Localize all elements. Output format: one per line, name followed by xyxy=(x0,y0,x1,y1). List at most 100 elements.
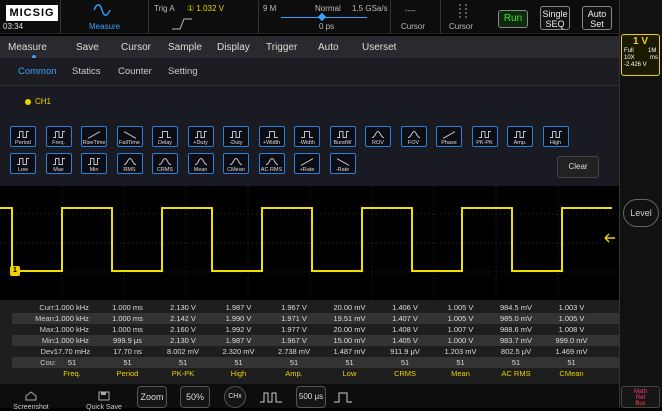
stats-cell: 51 xyxy=(289,358,299,367)
measure-btn-freq-[interactable]: Freq. xyxy=(45,126,72,147)
chx-button[interactable]: CHx xyxy=(224,386,246,408)
measure-btn-burstw[interactable]: BurstW xyxy=(329,126,356,147)
stats-cell: 1.967 V xyxy=(281,303,307,312)
stats-cell: 2.320 mV xyxy=(222,347,255,356)
stats-cell: 15.00 mV xyxy=(333,336,366,345)
measure-btn-label: +Duty xyxy=(193,140,208,146)
tab-setting[interactable]: Setting xyxy=(168,66,198,77)
measure-btn-label: FOV xyxy=(407,140,420,146)
stats-cell: 999.9 μs xyxy=(113,336,142,345)
measure-btn--duty[interactable]: -Duty xyxy=(223,126,249,147)
waveform-icon xyxy=(93,4,111,16)
single-seq-button[interactable]: Single SEQ xyxy=(540,6,570,30)
waveform-pulse-icon[interactable] xyxy=(258,390,284,404)
menu-cursor[interactable]: Cursor xyxy=(121,42,151,53)
stats-cell: 985.0 mV xyxy=(499,314,533,323)
tab-counter[interactable]: Counter xyxy=(118,66,152,77)
measure-btn-amp-[interactable]: Amp. xyxy=(507,126,533,147)
measure-btn-fov[interactable]: FOV xyxy=(400,126,427,147)
ch1-settings[interactable]: 1 V Full 1M 10X ms -2.426 V xyxy=(621,34,660,76)
tab-common[interactable]: Common xyxy=(18,66,57,77)
measure-btn-rov[interactable]: ROV xyxy=(365,126,391,147)
ch1-impedance: 1M xyxy=(648,48,657,54)
stats-cell: 1.405 V xyxy=(392,336,418,345)
stats-column-header[interactable]: PK-PK xyxy=(153,368,213,379)
ch1-full: Full xyxy=(624,48,634,54)
measure-btn-low[interactable]: Low xyxy=(10,153,36,174)
trigger-value: ① 1.032 V xyxy=(187,4,224,13)
menu-trigger[interactable]: Trigger xyxy=(266,42,297,53)
measure-btn-label: FallTime xyxy=(119,140,140,146)
menu-save[interactable]: Save xyxy=(76,42,99,53)
tab-statics[interactable]: Statics xyxy=(72,66,101,77)
stats-column-header[interactable]: Low xyxy=(320,368,380,379)
menu-sample[interactable]: Sample xyxy=(168,42,202,53)
run-button[interactable]: Run xyxy=(498,10,528,28)
measure-btn-label: CMean xyxy=(227,167,245,173)
measure-btn-falltime[interactable]: FallTime xyxy=(116,126,143,147)
cursor-panel-1[interactable]: ---- Cursor xyxy=(390,0,440,34)
menu-measure[interactable]: Measure xyxy=(8,42,47,53)
waveform-display[interactable] xyxy=(0,186,619,300)
intensity-percent-button[interactable]: 50% xyxy=(180,386,210,408)
ch1-waveform xyxy=(0,207,612,272)
measure-btn-cmean[interactable]: CMean xyxy=(223,153,249,174)
stats-column-header[interactable]: CMean xyxy=(542,368,602,379)
measure-btn-rms[interactable]: RMS xyxy=(116,153,143,174)
stats-column-header[interactable]: High xyxy=(209,368,269,379)
math-ref-bus-button[interactable]: Math Ref Bus xyxy=(621,386,660,408)
timebase-button[interactable]: 500 μs xyxy=(296,386,326,408)
stats-column-header[interactable]: Period xyxy=(98,368,158,379)
level-knob[interactable]: Level xyxy=(623,199,659,227)
auto-set-button[interactable]: Auto Set xyxy=(582,6,612,30)
stats-cell: 1.000 ms xyxy=(112,303,143,312)
stats-column-header[interactable]: Freq. xyxy=(42,368,102,379)
stats-column-header[interactable]: AC RMS xyxy=(486,368,546,379)
menu-display[interactable]: Display xyxy=(217,42,250,53)
measure-btn-label: Mean xyxy=(193,167,208,173)
time-offset: 0 ps xyxy=(319,22,335,31)
measure-btn--width[interactable]: -Width xyxy=(294,126,320,147)
pulse-icon[interactable] xyxy=(332,390,354,404)
sample-rate: 1.5 GSa/s xyxy=(352,4,388,13)
measure-btn--duty[interactable]: +Duty xyxy=(187,126,214,147)
stats-column-header[interactable]: CRMS xyxy=(375,368,435,379)
timebase-panel[interactable]: 9 M Normal 1.5 GSa/s 0 ps xyxy=(258,0,390,34)
stats-column-header[interactable]: Amp. xyxy=(264,368,324,379)
measure-btn-mean[interactable]: Mean xyxy=(187,153,214,174)
stats-cell: 1.000 ms xyxy=(112,325,143,334)
measure-btn-label: +Rate xyxy=(299,167,315,173)
menu-auto[interactable]: Auto xyxy=(318,42,339,53)
measure-btn-ac-rms[interactable]: AC RMS xyxy=(258,153,285,174)
measure-btn-label: RMS xyxy=(123,167,136,173)
zoom-button[interactable]: Zoom xyxy=(137,386,167,408)
ch1-source-label: CH1 xyxy=(35,97,52,106)
measure-btn-period[interactable]: Period xyxy=(10,126,36,147)
ch1-radio-icon[interactable] xyxy=(25,99,31,105)
measure-btn--rate[interactable]: +Rate xyxy=(294,153,320,174)
ch1-ground-marker[interactable]: 1 xyxy=(10,266,20,276)
measure-tab[interactable]: Measure xyxy=(60,0,148,34)
scope-grid xyxy=(0,186,619,300)
measure-btn-pk-pk[interactable]: PK-PK xyxy=(471,126,498,147)
measure-btn-crms[interactable]: CRMS xyxy=(152,153,178,174)
measure-btn-risetime[interactable]: RiseTime xyxy=(81,126,107,147)
measure-btn-max[interactable]: Max xyxy=(45,153,72,174)
stats-column-header[interactable]: Mean xyxy=(431,368,491,379)
stats-cell: 51 xyxy=(234,358,243,367)
measure-btn-phase[interactable]: Phase xyxy=(436,126,462,147)
measure-btn-min[interactable]: Min xyxy=(81,153,107,174)
stats-cell: 1.000 kHz xyxy=(55,303,89,312)
trigger-panel[interactable]: Trig A ① 1.032 V xyxy=(148,0,258,34)
menu-userset[interactable]: Userset xyxy=(362,42,396,53)
stats-cell: 1.992 V xyxy=(225,325,252,334)
measure-btn--rate[interactable]: -Rate xyxy=(329,153,356,174)
measure-btn-delay[interactable]: Delay xyxy=(152,126,178,147)
cursor-panel-2[interactable]: Cursor xyxy=(440,0,490,34)
trigger-level-arrow-icon[interactable] xyxy=(604,233,616,243)
measure-btn-high[interactable]: High xyxy=(542,126,569,147)
clear-button[interactable]: Clear xyxy=(557,156,599,178)
measure-btn--width[interactable]: +Width xyxy=(258,126,285,147)
stats-header-row: Freq. Period PK-PK High Amp. Low CRMS Mean AC RM… xyxy=(12,368,619,379)
measure-btn-label: Period xyxy=(15,140,31,146)
